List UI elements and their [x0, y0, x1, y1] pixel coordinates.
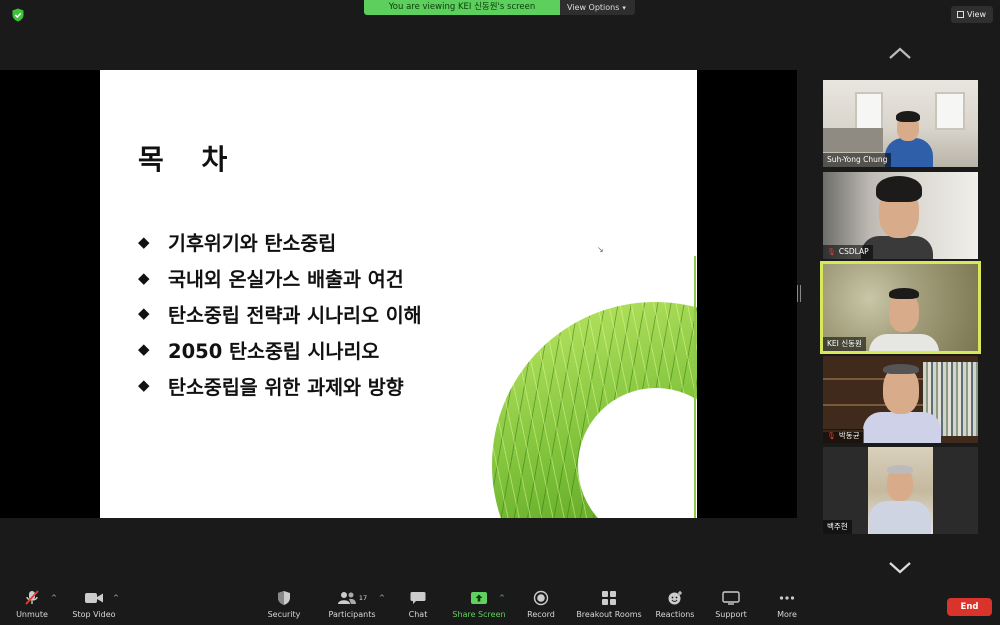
audio-options-caret-icon[interactable]: ^	[51, 594, 57, 602]
view-options-menu[interactable]: View Options ▾	[560, 0, 635, 15]
participant-name: 백주현	[827, 522, 848, 531]
support-cast-icon	[722, 591, 740, 605]
diamond-bullet-icon: ◆	[138, 340, 150, 359]
grid-icon	[957, 11, 964, 18]
agenda-item: ◆ 탄소중립 전략과 시나리오 이해	[138, 296, 422, 332]
muted-mic-icon: 🎙	[827, 432, 836, 440]
resize-handle[interactable]	[797, 285, 801, 302]
end-meeting-button[interactable]: End	[947, 598, 992, 616]
security-label: Security	[267, 610, 301, 619]
pointer-cursor-icon: ↘	[597, 245, 604, 254]
security-button[interactable]: Security	[265, 587, 303, 625]
agenda-item-text: 탄소중립 전략과 시나리오 이해	[168, 303, 422, 327]
participant-name: CSDLAP	[838, 247, 869, 256]
participant-name-label: KEI 신동원	[823, 337, 866, 351]
shield-check-icon[interactable]	[11, 8, 25, 22]
video-camera-icon	[85, 593, 103, 603]
chevron-down-icon: ▾	[622, 4, 626, 12]
video-options-caret-icon[interactable]: ^	[113, 594, 119, 602]
participants-caret-icon[interactable]: ^	[379, 594, 385, 602]
participant-name-label: 백주현	[823, 520, 852, 534]
support-label: Support	[715, 610, 747, 619]
chat-bubble-icon	[410, 592, 426, 604]
more-label: More	[777, 610, 797, 619]
breakout-rooms-label: Breakout Rooms	[576, 610, 642, 619]
view-label: View	[967, 10, 986, 19]
share-screen-arrow-icon	[471, 592, 487, 604]
reactions-label: Reactions	[655, 610, 695, 619]
record-button[interactable]: Record	[523, 587, 559, 625]
participant-name: 박동균	[838, 431, 860, 440]
stop-video-button[interactable]: Stop Video	[70, 587, 118, 625]
participant-name-label: Suh-Yong Chung	[823, 153, 892, 167]
reactions-button[interactable]: Reactions	[653, 587, 697, 625]
participants-icon	[337, 592, 356, 604]
agenda-list: ◆ 기후위기와 탄소중립 ◆ 국내외 온실가스 배출과 여건 ◆ 탄소중립 전략과 시…	[138, 224, 422, 403]
more-dots-icon	[779, 596, 795, 600]
chat-label: Chat	[408, 610, 428, 619]
agenda-item: ◆ 탄소중립을 위한 과제와 방향	[138, 367, 422, 403]
view-button[interactable]: View	[951, 6, 993, 23]
meeting-toolbar: Unmute ^ Stop Video ^ Security 17 Partic…	[0, 587, 1000, 625]
record-label: Record	[527, 610, 555, 619]
diamond-bullet-icon: ◆	[138, 376, 150, 395]
muted-microphone-icon	[25, 590, 39, 605]
muted-mic-icon: 🎙	[827, 248, 836, 256]
slide-title: 목 차	[138, 143, 242, 176]
share-screen-label: Share Screen	[452, 610, 506, 619]
chevron-up-icon[interactable]	[888, 46, 912, 60]
participants-label: Participants	[328, 610, 376, 619]
top-bar: You are viewing KEI 신동원's screen View Op…	[0, 0, 1000, 30]
viewing-screen-banner: You are viewing KEI 신동원's screen	[364, 0, 560, 15]
agenda-item-text: 국내외 온실가스 배출과 여건	[168, 268, 404, 292]
share-screen-button[interactable]: Share Screen	[450, 587, 508, 625]
slide-accent-line	[694, 256, 696, 518]
agenda-item: ◆ 기후위기와 탄소중립	[138, 224, 422, 260]
breakout-rooms-button[interactable]: Breakout Rooms	[573, 587, 645, 625]
record-icon	[533, 590, 549, 606]
view-options-label: View Options	[567, 3, 620, 12]
participant-name-label: 🎙 박동균	[823, 429, 864, 443]
participant-name: Suh-Yong Chung	[827, 155, 888, 164]
participant-tile[interactable]: 🎙 CSDLAP	[823, 172, 978, 259]
participant-tile[interactable]: Suh-Yong Chung	[823, 80, 978, 167]
diamond-bullet-icon: ◆	[138, 232, 150, 251]
breakout-rooms-grid-icon	[602, 591, 616, 605]
share-options-caret-icon[interactable]: ^	[499, 594, 505, 602]
support-button[interactable]: Support	[713, 587, 749, 625]
agenda-item: ◆ 2050 탄소중립 시나리오	[138, 331, 422, 367]
unmute-label: Unmute	[16, 610, 48, 619]
participant-tile[interactable]: 백주현	[823, 447, 978, 534]
participant-name-label: 🎙 CSDLAP	[823, 245, 873, 259]
stop-video-label: Stop Video	[72, 610, 116, 619]
more-button[interactable]: More	[772, 587, 802, 625]
agenda-item-text: 기후위기와 탄소중립	[168, 232, 337, 256]
chat-button[interactable]: Chat	[404, 587, 432, 625]
participant-tile[interactable]: 🎙 박동균	[823, 356, 978, 443]
agenda-item-text: 2050 탄소중립 시나리오	[168, 339, 380, 363]
diamond-bullet-icon: ◆	[138, 268, 150, 287]
participant-name: KEI 신동원	[827, 339, 862, 348]
shared-screen: 목 차 ◆ 기후위기와 탄소중립 ◆ 국내외 온실가스 배출과 여건 ◆ 탄소중립 전…	[0, 70, 797, 518]
security-shield-icon	[278, 591, 290, 605]
participants-button[interactable]: 17 Participants	[326, 587, 378, 625]
chevron-down-icon[interactable]	[888, 560, 912, 574]
participant-tile-active-speaker[interactable]: KEI 신동원	[820, 261, 981, 354]
participants-count: 17	[358, 594, 368, 602]
diamond-bullet-icon: ◆	[138, 304, 150, 323]
agenda-item-text: 탄소중립을 위한 과제와 방향	[168, 375, 404, 399]
unmute-button[interactable]: Unmute	[12, 587, 52, 625]
presentation-slide: 목 차 ◆ 기후위기와 탄소중립 ◆ 국내외 온실가스 배출과 여건 ◆ 탄소중립 전…	[100, 70, 697, 518]
agenda-item: ◆ 국내외 온실가스 배출과 여건	[138, 260, 422, 296]
reactions-smiley-icon	[668, 591, 682, 605]
